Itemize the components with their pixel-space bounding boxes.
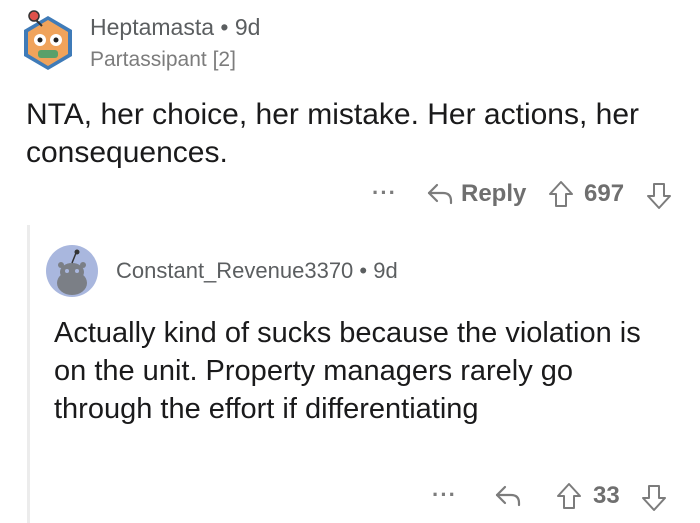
avatar[interactable] (20, 10, 76, 72)
meta-separator: • (359, 258, 368, 283)
comment-thread: Heptamasta • 9d Partassipant [2] NTA, he… (0, 0, 700, 523)
user-flair: Partassipant [2] (90, 48, 236, 71)
author-name[interactable]: Heptamasta (90, 14, 214, 40)
meta-separator: • (220, 14, 229, 40)
comment-body: Actually kind of sucks because the viola… (54, 317, 641, 425)
downvote-arrow-icon[interactable] (641, 484, 667, 519)
vote-score: 33 (593, 482, 620, 509)
vote-score: 697 (584, 180, 625, 207)
thread-line[interactable] (27, 225, 30, 523)
comment-actions: ··· Reply 697 (0, 178, 700, 212)
reply-button[interactable]: Reply (461, 180, 526, 208)
author-name[interactable]: Constant_Revenue3370 (116, 258, 353, 283)
comment-body: NTA, her choice, her mistake. Her action… (26, 98, 640, 169)
more-options-button[interactable]: ··· (372, 180, 397, 206)
comment-author-line: Heptamasta • 9d (90, 14, 260, 41)
comment-author-line: Constant_Revenue3370 • 9d (116, 258, 398, 284)
comment-age: 9d (373, 258, 398, 283)
reply-arrow-icon[interactable] (426, 182, 454, 213)
reply-arrow-icon[interactable] (494, 484, 522, 515)
comment-age: 9d (234, 14, 261, 40)
more-options-button[interactable]: ··· (432, 482, 457, 508)
upvote-arrow-icon[interactable] (548, 180, 574, 215)
downvote-arrow-icon[interactable] (646, 182, 672, 217)
avatar[interactable] (46, 245, 98, 297)
comment-actions: ··· 33 (0, 480, 700, 514)
upvote-arrow-icon[interactable] (556, 482, 582, 517)
